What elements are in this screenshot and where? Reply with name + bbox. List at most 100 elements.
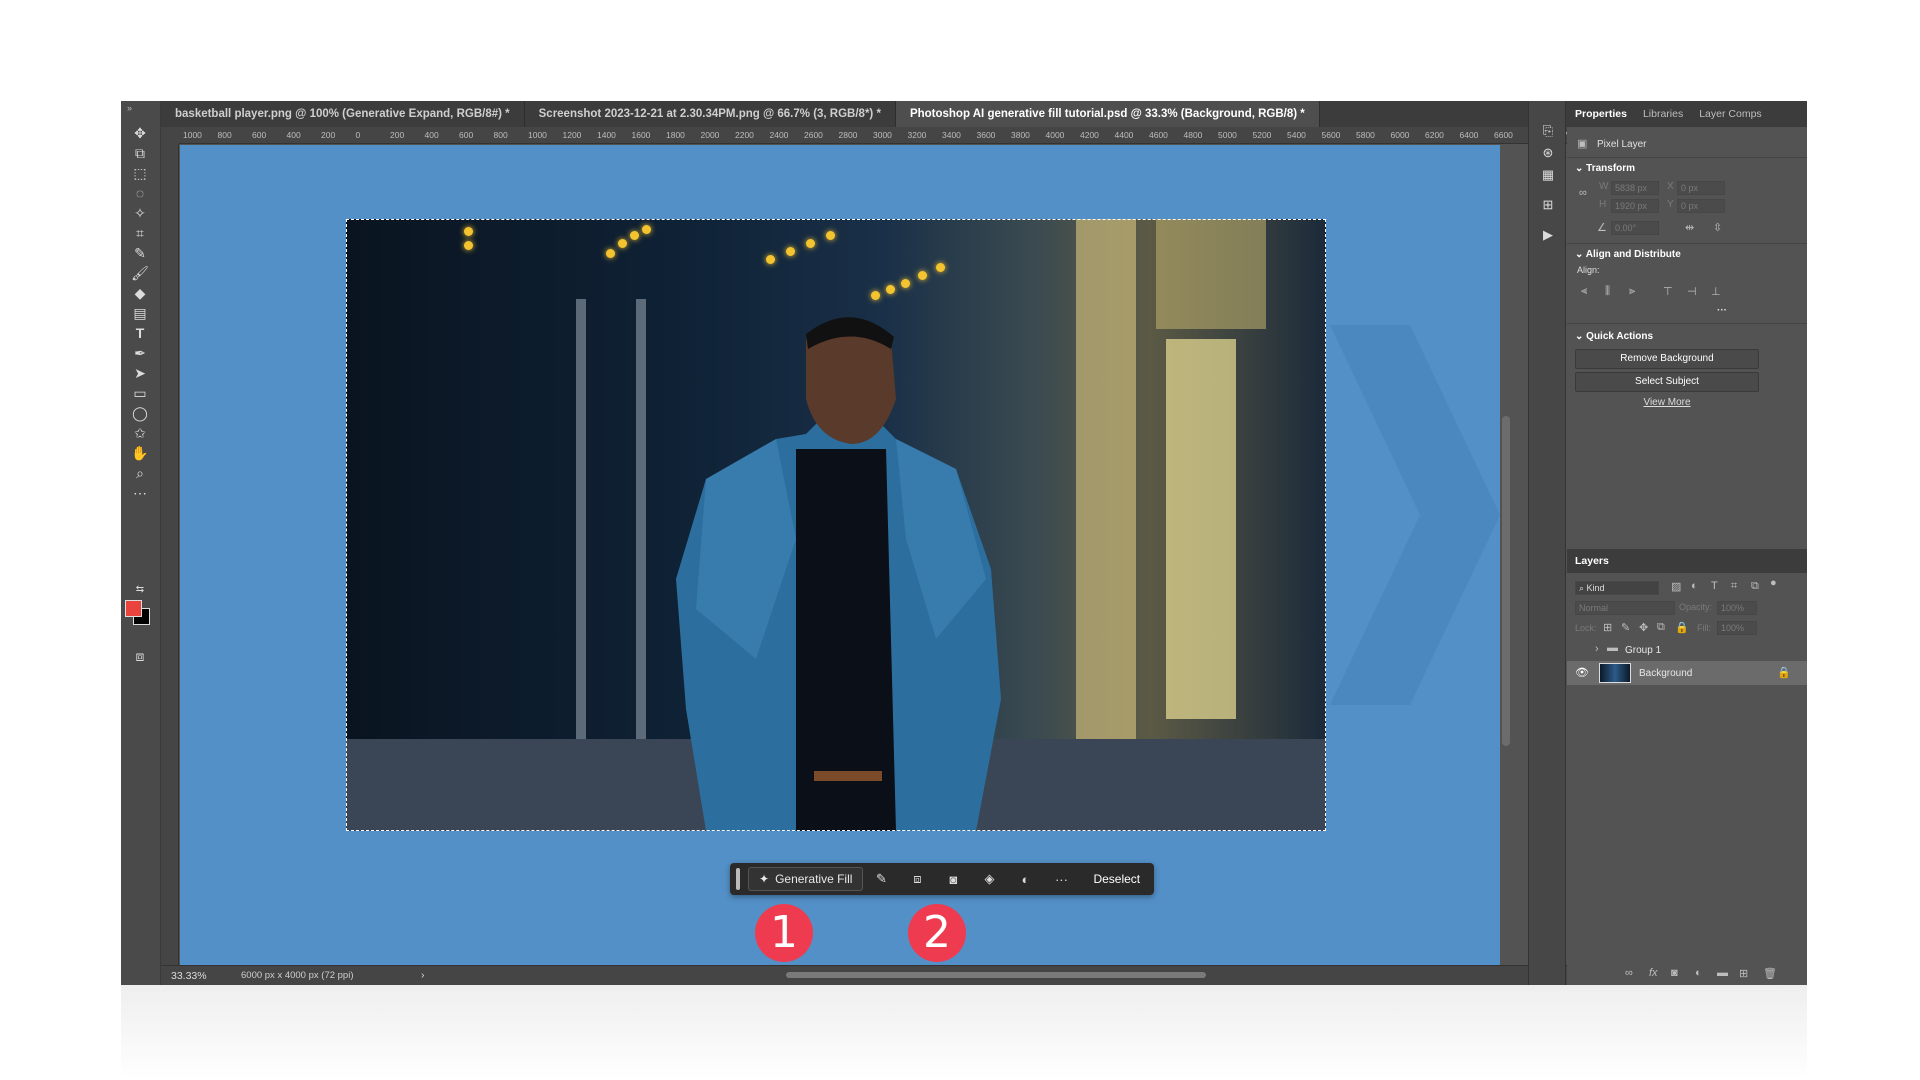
swap-colors-icon[interactable]: ⇆ xyxy=(129,579,151,599)
tab-basketball-player[interactable]: basketball player.png @ 100% (Generative… xyxy=(161,101,525,127)
align-left-icon[interactable]: ⫷ xyxy=(1581,285,1587,298)
width-field[interactable]: 5838 px xyxy=(1611,181,1659,195)
more-tools-icon[interactable]: ⋯ xyxy=(129,483,151,503)
align-top-icon[interactable]: ⊤ xyxy=(1663,285,1673,298)
ellipse-tool-icon[interactable]: ◯ xyxy=(129,403,151,423)
angle-field[interactable]: 0.00° xyxy=(1611,221,1659,235)
align-right-icon[interactable]: ⫸ xyxy=(1629,285,1635,298)
blend-mode-select[interactable]: Normal xyxy=(1575,601,1675,615)
invert-selection-icon[interactable]: ⧈ xyxy=(899,871,935,887)
new-group-icon[interactable]: ▬ xyxy=(1717,967,1728,979)
custom-shape-tool-icon[interactable]: ✩ xyxy=(129,423,151,443)
vertical-ruler[interactable] xyxy=(161,144,179,965)
vertical-scrollbar-thumb[interactable] xyxy=(1502,416,1510,746)
eraser-tool-icon[interactable]: ◆ xyxy=(129,283,151,303)
view-more-link[interactable]: View More xyxy=(1567,397,1767,408)
filter-smart-object-icon[interactable]: ⧉ xyxy=(1751,580,1759,593)
marquee-tool-icon[interactable]: ⬚ xyxy=(129,163,151,183)
y-field[interactable]: 0 px xyxy=(1677,199,1725,213)
swatches-panel-icon[interactable]: ▦ xyxy=(1539,167,1557,185)
tab-properties[interactable]: Properties xyxy=(1567,108,1635,120)
add-mask-icon[interactable]: ◙ xyxy=(1671,967,1678,979)
zoom-tool-icon[interactable]: ⌕ xyxy=(129,463,151,483)
task-bar-drag-handle[interactable] xyxy=(736,868,740,890)
horizontal-ruler[interactable]: 1000 800 600 400 200 0 200 400 600 800 1000 1200 140… xyxy=(179,127,1614,144)
rectangle-tool-icon[interactable]: ▭ xyxy=(129,383,151,403)
zoom-level[interactable]: 33.33% xyxy=(171,970,207,982)
magic-wand-tool-icon[interactable]: ✧ xyxy=(129,203,151,223)
opacity-field[interactable]: 100% xyxy=(1717,601,1757,615)
x-field[interactable]: 0 px xyxy=(1677,181,1725,195)
height-field[interactable]: 1920 px xyxy=(1611,199,1659,213)
create-mask-icon[interactable]: ◙ xyxy=(935,872,971,887)
quick-actions-section-header[interactable]: ⌄ Quick Actions xyxy=(1575,331,1653,342)
filter-type-icon[interactable]: T xyxy=(1711,580,1718,592)
ruler-origin[interactable] xyxy=(161,127,179,144)
horizontal-scrollbar-thumb[interactable] xyxy=(786,972,1206,978)
path-selection-tool-icon[interactable]: ➤ xyxy=(129,363,151,383)
artboard-tool-icon[interactable]: ⧉ xyxy=(129,143,151,163)
align-more-button[interactable]: ··· xyxy=(1717,305,1727,316)
layers-title[interactable]: Layers xyxy=(1575,555,1609,567)
tab-generative-fill-tutorial[interactable]: Photoshop AI generative fill tutorial.ps… xyxy=(895,101,1320,127)
filter-shape-icon[interactable]: ⌗ xyxy=(1731,580,1737,593)
flip-vertical-icon[interactable]: ⇳ xyxy=(1713,221,1722,234)
filter-toggle-icon[interactable]: ● xyxy=(1770,577,1777,589)
canvas-area[interactable]: ✦ Generative Fill ✎ ⧈ ◙ ◈ ◐ ··· Deselect… xyxy=(180,145,1500,965)
tab-screenshot[interactable]: Screenshot 2023-12-21 at 2.30.34PM.png @… xyxy=(525,101,896,127)
adjustments-panel-icon[interactable]: ⊞ xyxy=(1539,197,1557,215)
gradient-tool-icon[interactable]: ▤ xyxy=(129,303,151,323)
foreground-color-swatch[interactable] xyxy=(125,600,142,617)
modify-selection-icon[interactable]: ✎ xyxy=(863,871,899,887)
more-options-button[interactable]: ··· xyxy=(1043,872,1079,887)
pen-tool-icon[interactable]: ✒ xyxy=(129,343,151,363)
layer-row-group-1[interactable]: › ▬ Group 1 xyxy=(1567,639,1807,661)
lock-image-icon[interactable]: ✎ xyxy=(1621,621,1630,634)
new-layer-icon[interactable]: ⊞ xyxy=(1739,967,1748,980)
expand-group-chevron-icon[interactable]: › xyxy=(1595,643,1599,655)
transform-section-header[interactable]: ⌄ Transform xyxy=(1575,163,1635,174)
crop-tool-icon[interactable]: ⌗ xyxy=(129,223,151,243)
tab-layer-comps[interactable]: Layer Comps xyxy=(1691,108,1769,120)
actions-play-icon[interactable]: ▶ xyxy=(1539,227,1557,245)
lock-all-icon[interactable]: 🔒 xyxy=(1675,621,1689,634)
hand-tool-icon[interactable]: ✋ xyxy=(129,443,151,463)
fill-selection-icon[interactable]: ◈ xyxy=(971,871,1007,887)
filter-pixel-icon[interactable]: ▨ xyxy=(1671,580,1681,593)
layer-lock-icon[interactable]: 🔒 xyxy=(1777,666,1791,679)
filter-adjustment-icon[interactable]: ◐ xyxy=(1691,580,1698,592)
generative-fill-button[interactable]: ✦ Generative Fill xyxy=(748,867,864,891)
layer-row-background[interactable]: 👁 Background 🔒 xyxy=(1567,661,1807,685)
select-subject-button[interactable]: Select Subject xyxy=(1575,372,1759,392)
layer-kind-filter[interactable]: ⌕ Kind xyxy=(1575,581,1659,595)
align-bottom-icon[interactable]: ⊥ xyxy=(1711,285,1721,298)
lasso-tool-icon[interactable]: ◌ xyxy=(129,183,151,203)
new-adjustment-layer-icon[interactable]: ◐ xyxy=(1695,967,1702,979)
lock-artboard-icon[interactable]: ⧉ xyxy=(1657,621,1665,634)
brush-tool-icon[interactable]: 🖌 xyxy=(129,263,151,283)
delete-layer-icon[interactable]: 🗑 xyxy=(1763,967,1777,980)
tab-libraries[interactable]: Libraries xyxy=(1635,108,1691,120)
remove-background-button[interactable]: Remove Background xyxy=(1575,349,1759,369)
align-vertical-center-icon[interactable]: ⊣ xyxy=(1687,285,1697,298)
move-tool-icon[interactable]: ✥ xyxy=(129,123,151,143)
flip-horizontal-icon[interactable]: ⇹ xyxy=(1685,221,1694,234)
link-dimensions-icon[interactable]: ∞ xyxy=(1579,187,1587,199)
status-menu-arrow[interactable]: › xyxy=(421,969,425,981)
lock-transparent-icon[interactable]: ⊞ xyxy=(1603,621,1612,634)
align-horizontal-center-icon[interactable]: ⫼ xyxy=(1605,285,1610,298)
adjustment-layer-icon[interactable]: ◐ xyxy=(1007,872,1043,887)
align-section-header[interactable]: ⌄ Align and Distribute xyxy=(1575,249,1681,260)
layer-style-fx-icon[interactable]: fx xyxy=(1649,967,1658,979)
type-tool-icon[interactable]: T xyxy=(129,323,151,343)
3d-panel-icon[interactable]: ⊛ xyxy=(1539,145,1557,163)
fill-field[interactable]: 100% xyxy=(1717,621,1757,635)
history-panel-icon[interactable]: ⎘ xyxy=(1539,123,1557,141)
collapse-toolbar-icon[interactable]: » xyxy=(127,103,132,113)
screen-mode-icon[interactable]: ⧈ xyxy=(129,646,151,666)
visibility-eye-icon[interactable]: 👁 xyxy=(1575,666,1589,679)
link-layers-icon[interactable]: ∞ xyxy=(1625,967,1633,979)
deselect-button[interactable]: Deselect xyxy=(1087,872,1146,886)
eyedropper-tool-icon[interactable]: ✎ xyxy=(129,243,151,263)
lock-position-icon[interactable]: ✥ xyxy=(1639,621,1648,634)
